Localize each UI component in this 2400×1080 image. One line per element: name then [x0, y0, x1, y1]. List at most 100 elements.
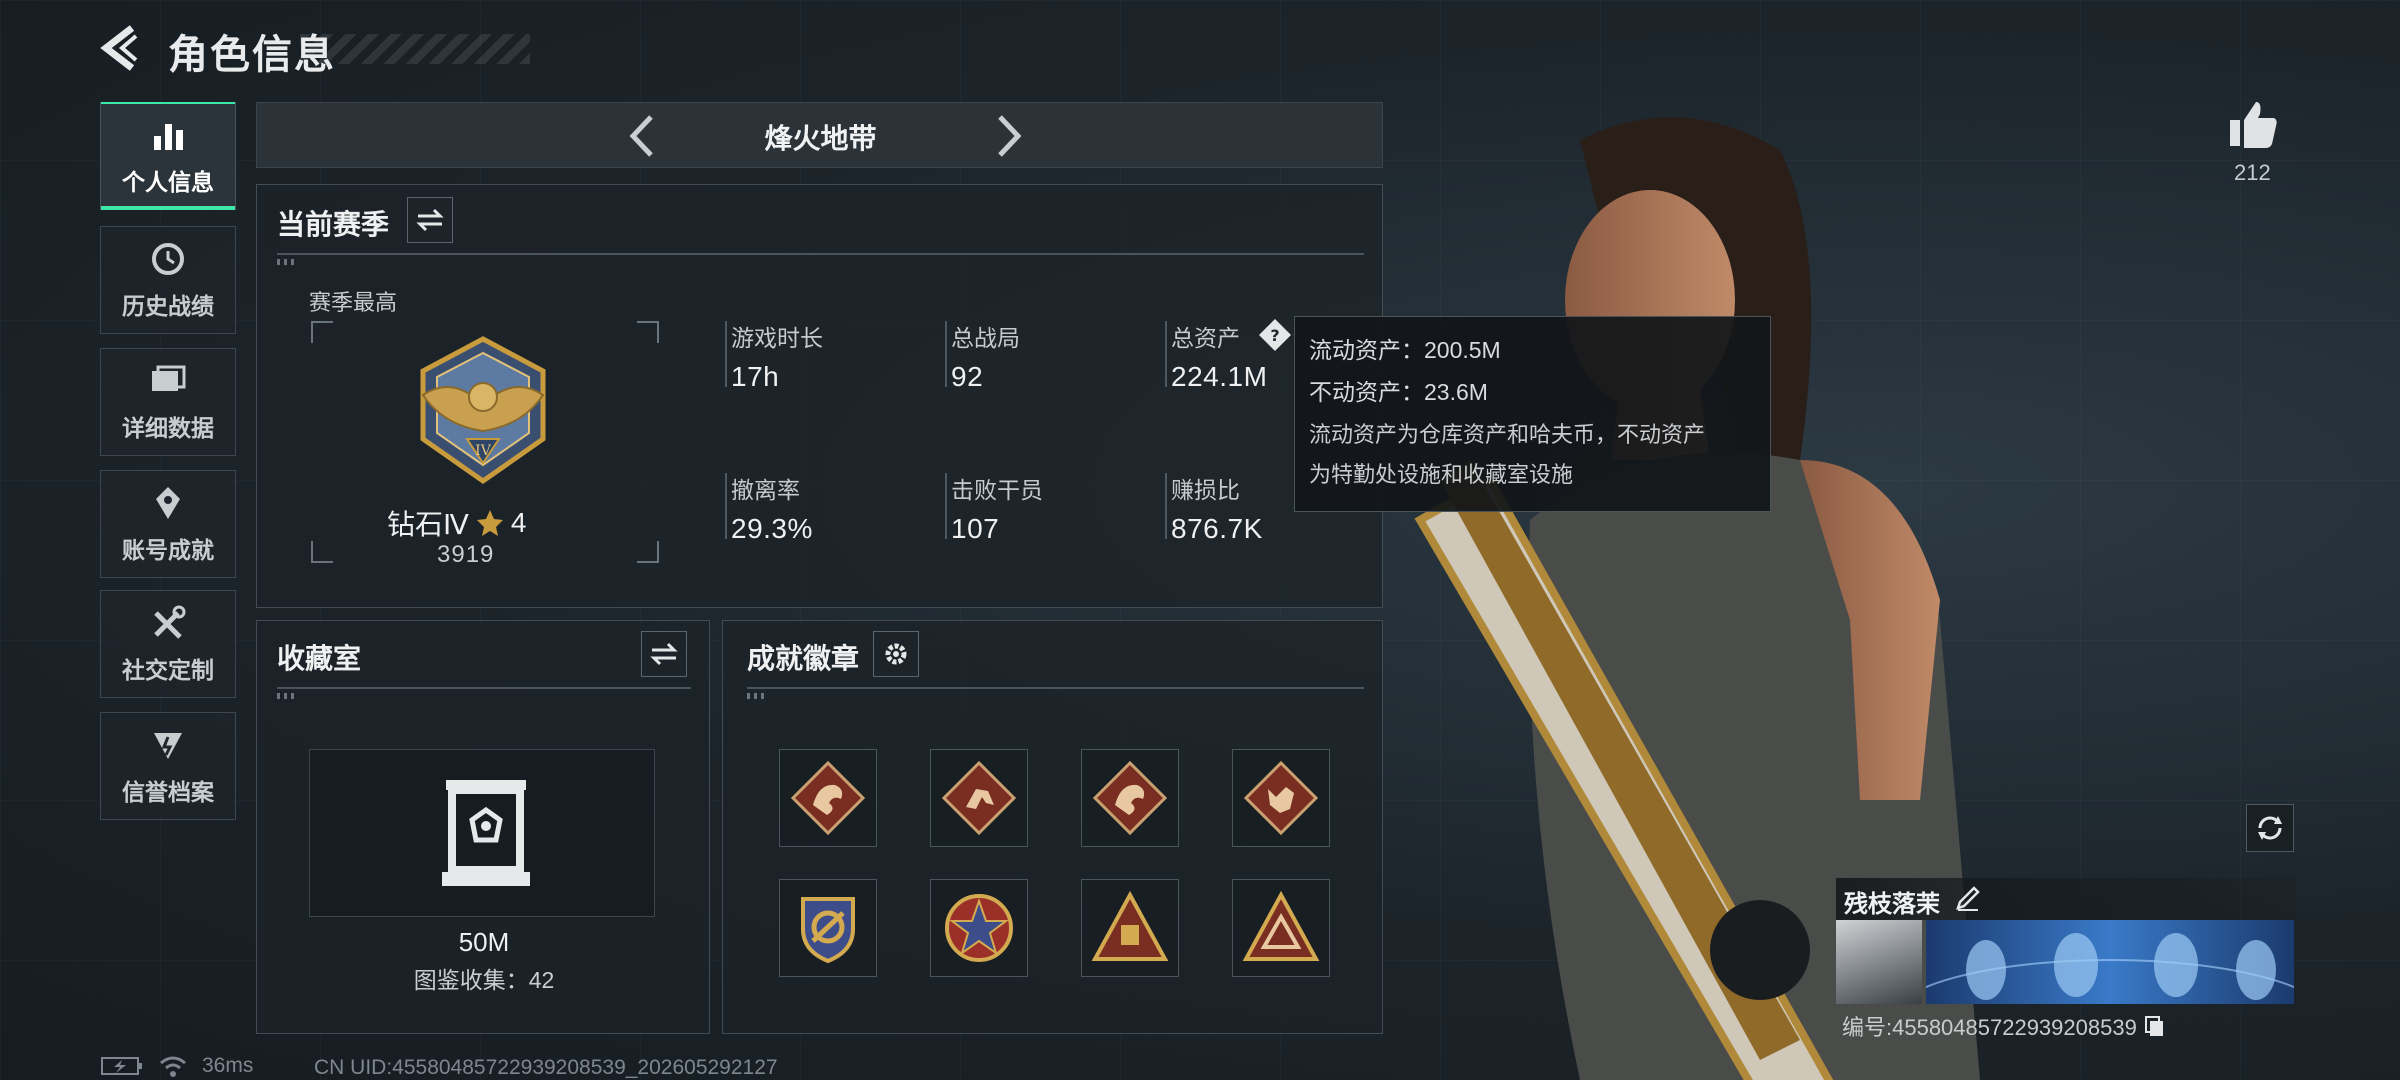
rank-name: 钻石Ⅳ	[387, 509, 469, 540]
tooltip-desc-line1: 流动资产为仓库资产和哈夫币，不动资产	[1309, 422, 1706, 447]
page-title: 角色信息	[168, 33, 336, 77]
divider	[277, 253, 1364, 255]
tools-icon	[148, 603, 188, 643]
divider-dots	[277, 693, 297, 699]
thumbs-up-icon	[2230, 102, 2277, 148]
display-case-icon	[442, 780, 530, 886]
collection-preview[interactable]	[309, 749, 655, 917]
badge-slot[interactable]	[930, 879, 1028, 977]
badge-settings-button[interactable]	[873, 631, 919, 677]
frame-corner	[637, 541, 659, 563]
badge-slot[interactable]	[779, 879, 877, 977]
chevron-right-icon	[998, 115, 1022, 157]
rank-score: 3919	[437, 541, 495, 568]
stat-divider	[1165, 473, 1167, 539]
stat-label-operators-defeated: 击败干员	[951, 477, 1043, 503]
copy-icon[interactable]	[2143, 1014, 2167, 1038]
name-card-banner[interactable]	[1926, 920, 2294, 1004]
sidebar-item-label: 详细数据	[122, 415, 214, 441]
back-button[interactable]	[98, 22, 146, 74]
banner-art	[1926, 933, 2294, 1000]
wolf-badge-icon	[1243, 760, 1319, 836]
collection-panel: 收藏室 50M 图鉴收集：42	[256, 620, 710, 1034]
like-count: 212	[2234, 160, 2271, 185]
badge-slot[interactable]	[1232, 879, 1330, 977]
frame-corner	[637, 321, 659, 343]
pyramid-badge-icon	[1091, 890, 1169, 961]
like-button[interactable]	[2226, 96, 2282, 152]
season-switch-button[interactable]	[407, 197, 453, 243]
tooltip-fixed-assets: 不动资产：23.6M	[1309, 379, 1488, 405]
swap-icon	[650, 642, 678, 666]
dragon-badge-icon	[1092, 760, 1168, 836]
history-icon	[148, 239, 188, 279]
badge-slot[interactable]	[1081, 879, 1179, 977]
sidebar-item-label: 账号成就	[122, 537, 214, 563]
mode-selector: 烽火地带	[256, 102, 1383, 168]
frame-corner	[311, 321, 333, 343]
catalog-count: 图鉴收集：42	[413, 967, 555, 993]
stat-divider	[725, 321, 727, 387]
player-id: 编号:45580485722939208539	[1842, 1015, 2137, 1040]
sidebar-item-social-custom[interactable]: 社交定制	[100, 590, 236, 698]
sidebar-item-reputation[interactable]: 信誉档案	[100, 712, 236, 820]
stat-divider	[1165, 321, 1167, 387]
collection-title: 收藏室	[277, 643, 362, 674]
sidebar-item-achievements[interactable]: 账号成就	[100, 470, 236, 578]
refresh-icon	[2258, 816, 2282, 840]
runner-badge-icon	[941, 760, 1017, 836]
stat-label-profit-loss-ratio: 赚损比	[1171, 477, 1240, 503]
svg-text:?: ?	[1270, 326, 1279, 345]
ping-value: 36ms	[202, 1054, 254, 1077]
badge-slot[interactable]	[1232, 749, 1330, 847]
stat-value-operators-defeated: 107	[951, 513, 1000, 544]
refresh-button[interactable]	[2246, 804, 2294, 852]
sidebar-item-detailed-data[interactable]: 详细数据	[100, 348, 236, 456]
stat-label-extraction-rate: 撤离率	[731, 477, 800, 503]
achievement-icon	[148, 483, 188, 523]
folder-icon	[148, 361, 188, 401]
tooltip-desc-line2: 为特勤处设施和收藏室设施	[1309, 462, 1574, 487]
collection-value: 50M	[458, 927, 510, 957]
swap-icon	[416, 208, 444, 232]
help-icon[interactable]: ?	[1257, 317, 1293, 353]
season-title: 当前赛季	[277, 209, 390, 240]
star-icon	[476, 510, 503, 536]
rank-stars: 4	[510, 507, 527, 538]
assets-tooltip: 流动资产：200.5M 不动资产：23.6M 流动资产为仓库资产和哈夫币，不动资…	[1294, 316, 1771, 512]
wifi-icon	[160, 1056, 186, 1077]
badge-slot[interactable]	[930, 749, 1028, 847]
stat-value-total-assets: 224.1M	[1171, 361, 1268, 392]
avatar[interactable]	[1836, 920, 1922, 1004]
divider	[277, 687, 691, 689]
stat-value-play-time: 17h	[731, 361, 780, 392]
sidebar-item-history[interactable]: 历史战绩	[100, 226, 236, 334]
player-name: 残枝落茉	[1844, 891, 1940, 918]
divider-dots	[747, 693, 767, 699]
current-season-panel: 当前赛季 赛季最高 IV 钻石Ⅳ 4 3919 游戏时长 17h 总战局 92 …	[256, 184, 1383, 608]
eye-triangle-badge-icon	[1242, 890, 1320, 961]
stat-value-profit-loss-ratio: 876.7K	[1171, 513, 1263, 544]
badge-slot[interactable]	[1081, 749, 1179, 847]
stat-value-extraction-rate: 29.3%	[731, 513, 813, 544]
bar-chart-icon	[148, 115, 188, 155]
divider-dots	[277, 259, 297, 265]
season-best-label: 赛季最高	[309, 290, 398, 315]
svg-text:IV: IV	[475, 443, 492, 459]
badge-slot[interactable]	[779, 749, 877, 847]
mode-title: 烽火地带	[764, 123, 877, 154]
edit-name-icon[interactable]	[1954, 884, 1982, 912]
back-arrow-icon	[100, 25, 138, 71]
sidebar-item-personal-info[interactable]: 个人信息	[100, 102, 236, 210]
battery-icon	[101, 1057, 142, 1075]
next-mode-button[interactable]	[984, 111, 1034, 161]
star-badge-icon	[945, 894, 1013, 962]
stat-label-total-assets: 总资产	[1171, 325, 1240, 351]
dragon-badge-icon	[790, 760, 866, 836]
stat-divider	[725, 473, 727, 539]
stat-label-total-matches: 总战局	[951, 325, 1020, 351]
tooltip-liquid-assets: 流动资产：200.5M	[1309, 337, 1501, 363]
player-name-bar: 残枝落茉	[1836, 878, 2296, 920]
status-bar: 36ms	[100, 1054, 253, 1078]
collection-switch-button[interactable]	[641, 631, 687, 677]
